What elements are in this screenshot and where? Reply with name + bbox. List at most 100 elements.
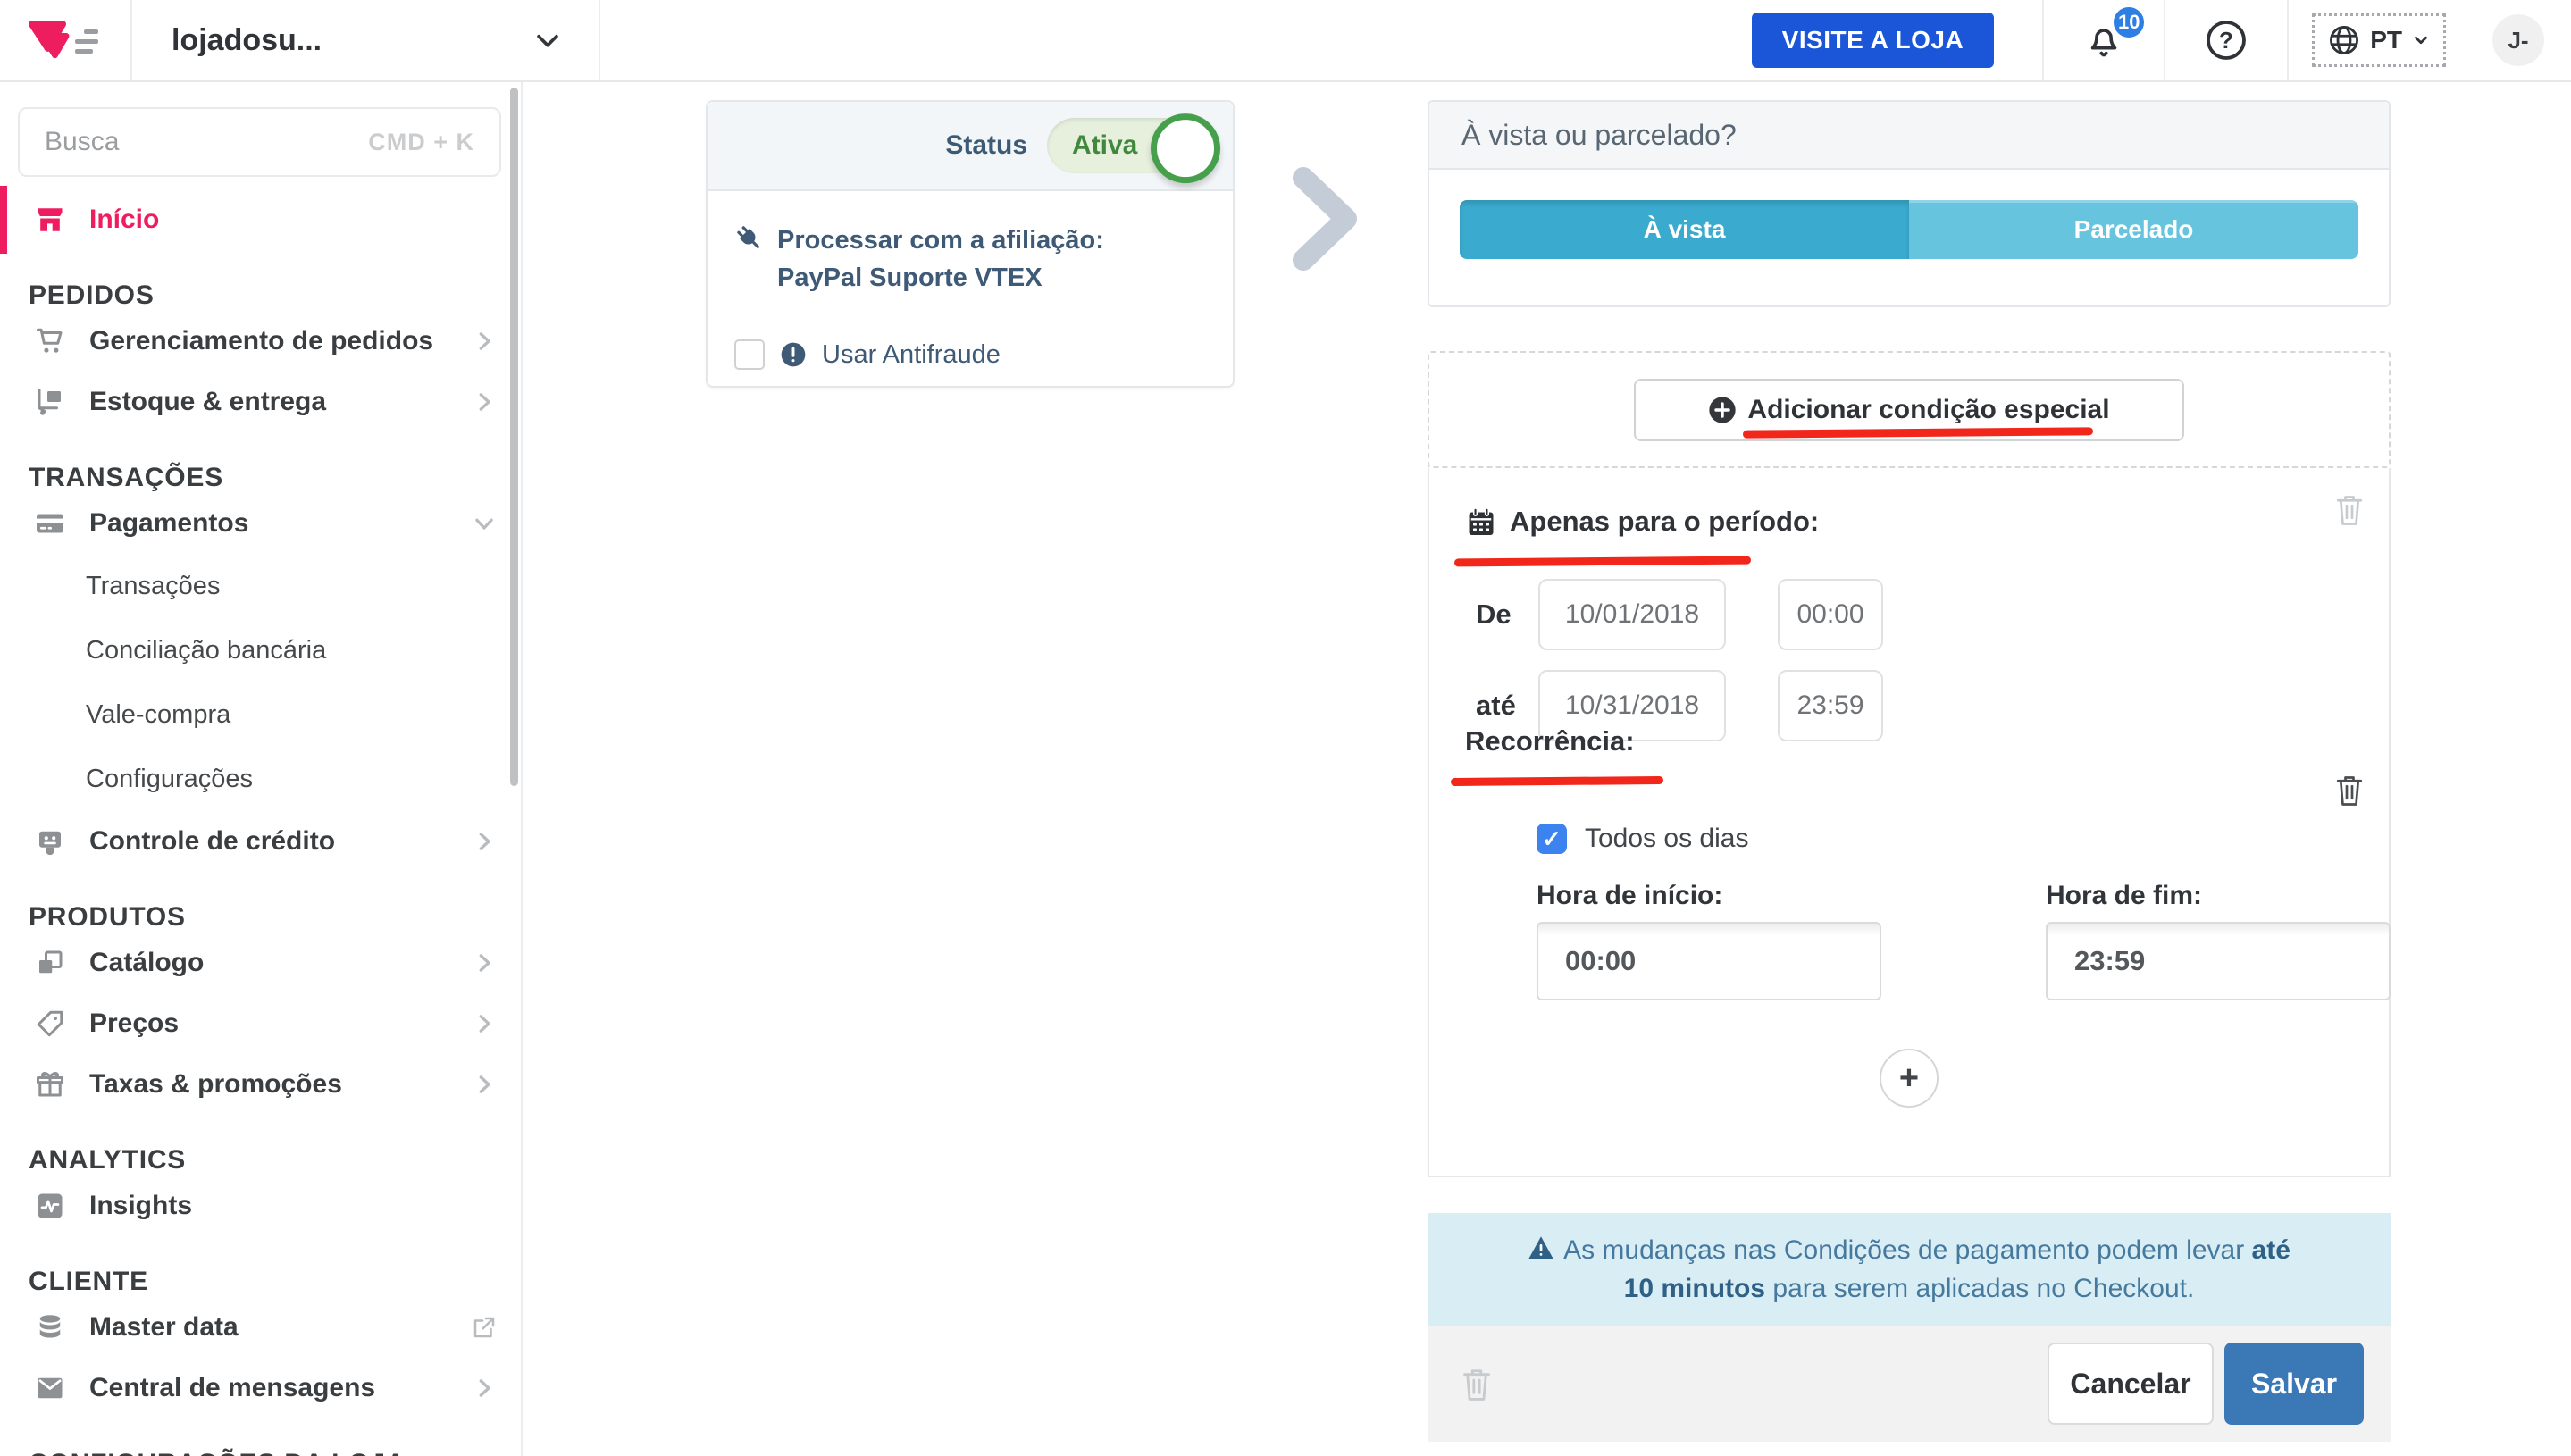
store-selector[interactable]: lojadosu...: [132, 0, 600, 80]
affiliation-row: Processar com a afiliação: PayPal Suport…: [734, 222, 1206, 297]
delete-condition-icon[interactable]: [1460, 1364, 1494, 1403]
nav-label: Controle de crédito: [89, 826, 335, 857]
annotation-underline-recurrence: [1451, 776, 1663, 786]
catalog-icon: [34, 947, 66, 979]
payment-method-card: Status Ativa Processar com a afiliação: …: [706, 100, 1235, 388]
cart-icon: [34, 325, 66, 357]
sidebar-section-produtos: PRODUTOS: [0, 881, 521, 933]
sidebar-item-precos[interactable]: Preços: [0, 993, 521, 1054]
end-time-input[interactable]: 23:59: [2046, 922, 2391, 1000]
notification-badge: 10: [2110, 4, 2148, 41]
store-name: lojadosu...: [172, 23, 322, 58]
sidebar-item-central-de-mensagens[interactable]: Central de mensagens: [0, 1358, 521, 1418]
chevron-right-icon: [471, 1071, 498, 1098]
plug-icon: [734, 223, 765, 254]
chevron-down-icon: [2411, 30, 2431, 50]
chevron-right-icon: [471, 1375, 498, 1402]
tab-a-vista[interactable]: À vista: [1460, 200, 1909, 259]
warning-text: As mudanças nas Condições de pagamento p…: [1516, 1231, 2302, 1309]
chevron-down-icon: [471, 510, 498, 537]
checkout-warning: As mudanças nas Condições de pagamento p…: [1428, 1213, 2391, 1326]
sidebar-item-transacoes[interactable]: Transações: [0, 554, 521, 618]
logistics-icon: [34, 386, 66, 418]
sidebar-item-taxas-promocoes[interactable]: Taxas & promoções: [0, 1054, 521, 1115]
end-time-label: Hora de fim:: [2046, 881, 2202, 911]
sidebar-section-configuracoes-da-loja: CONFIGURAÇÕES DA LOJA: [0, 1427, 521, 1456]
help-icon: ?: [2205, 19, 2248, 62]
all-days-row[interactable]: ✓ Todos os dias: [1537, 824, 1748, 854]
sidebar-item-vale-compra[interactable]: Vale-compra: [0, 682, 521, 747]
language-label: PT: [2370, 26, 2402, 54]
sidebar-item-configuracoes[interactable]: Configurações: [0, 747, 521, 811]
vtex-admin-app: lojadosu... VISITE A LOJA 10: [0, 0, 2571, 1456]
antifraud-row[interactable]: Usar Antifraude: [734, 339, 1206, 370]
nav-label: Taxas & promoções: [89, 1069, 342, 1100]
installments-header: À vista ou parcelado?: [1429, 102, 2389, 170]
special-condition-dropzone: Adicionar condição especial: [1428, 351, 2391, 468]
add-recurrence-button[interactable]: +: [1880, 1049, 1939, 1108]
nav-label: Pagamentos: [89, 508, 248, 539]
period-heading: Apenas para o período:: [1510, 506, 1819, 538]
pulse-icon: [34, 1190, 66, 1222]
expand-chevron-icon: [1291, 165, 1362, 272]
from-date-input[interactable]: 10/01/2018: [1538, 579, 1726, 650]
chevron-right-icon: [471, 828, 498, 855]
sidebar-item-master-data[interactable]: Master data: [0, 1297, 521, 1358]
chevron-down-icon: [532, 25, 563, 55]
sidebar-item-conciliacao-bancaria[interactable]: Conciliação bancária: [0, 618, 521, 682]
start-time-input[interactable]: 00:00: [1537, 922, 1881, 1000]
annotation-underline-period: [1454, 556, 1751, 567]
help-button[interactable]: ?: [2165, 0, 2287, 80]
sidebar-item-pagamentos[interactable]: Pagamentos: [0, 493, 521, 554]
database-icon: [34, 1311, 66, 1343]
annotation-underline-add-condition: [1743, 427, 2093, 438]
notifications-button[interactable]: 10: [2044, 0, 2164, 80]
language-selector[interactable]: PT: [2312, 13, 2446, 67]
search-placeholder: Busca: [45, 127, 119, 157]
nav-label: Conciliação bancária: [86, 636, 326, 665]
sidebar-item-insights[interactable]: Insights: [0, 1176, 521, 1236]
toggle-knob: [1151, 113, 1220, 183]
start-time-label: Hora de início:: [1537, 881, 1722, 911]
tab-parcelado[interactable]: Parcelado: [1909, 200, 2358, 259]
sidebar-scrollbar[interactable]: [510, 88, 518, 786]
delete-recurrence-icon[interactable]: [2333, 772, 2366, 807]
from-row: De 10/01/2018 00:00: [1476, 579, 1883, 650]
nav-label: Insights: [89, 1191, 192, 1221]
add-special-condition-button[interactable]: Adicionar condição especial: [1634, 379, 2184, 441]
delete-period-icon[interactable]: [2333, 491, 2366, 527]
sidebar: Busca CMD + K Início PEDIDOS: [0, 80, 523, 1456]
chevron-right-icon: [471, 328, 498, 355]
antifraud-label: Usar Antifraude: [822, 340, 1001, 370]
visit-store-button[interactable]: VISITE A LOJA: [1752, 13, 1995, 68]
status-label: Status: [945, 130, 1027, 161]
antifraud-checkbox[interactable]: [734, 339, 765, 370]
all-days-checkbox[interactable]: ✓: [1537, 824, 1567, 854]
installments-title: À vista ou parcelado?: [1461, 119, 1737, 152]
sidebar-nav: Início PEDIDOS Gerenciamento de pedidos: [0, 189, 521, 1456]
status-toggle[interactable]: Ativa: [1047, 118, 1213, 173]
sidebar-item-catalogo[interactable]: Catálogo: [0, 933, 521, 993]
to-label: até: [1476, 690, 1538, 722]
gift-icon: [34, 1068, 66, 1100]
to-time-input[interactable]: 23:59: [1778, 670, 1883, 741]
vtex-logo[interactable]: [0, 0, 132, 80]
cancel-button[interactable]: Cancelar: [2048, 1343, 2214, 1425]
search-input[interactable]: Busca CMD + K: [18, 107, 501, 177]
sidebar-item-estoque-entrega[interactable]: Estoque & entrega: [0, 372, 521, 432]
from-time-input[interactable]: 00:00: [1778, 579, 1883, 650]
nav-label: Master data: [89, 1312, 239, 1343]
globe-icon: [2327, 23, 2361, 57]
all-days-label: Todos os dias: [1585, 824, 1748, 854]
save-button[interactable]: Salvar: [2224, 1343, 2364, 1425]
nav-label: PRODUTOS: [29, 902, 186, 933]
from-label: De: [1476, 598, 1538, 631]
sidebar-item-gerenciamento-de-pedidos[interactable]: Gerenciamento de pedidos: [0, 311, 521, 372]
nav-label: Preços: [89, 1008, 179, 1039]
sidebar-item-controle-de-credito[interactable]: Controle de crédito: [0, 811, 521, 872]
search-shortcut: CMD + K: [368, 129, 474, 156]
sidebar-item-inicio[interactable]: Início: [0, 189, 521, 250]
tag-icon: [34, 1008, 66, 1040]
nav-label: Transações: [86, 572, 220, 601]
user-avatar[interactable]: J-: [2492, 14, 2544, 66]
